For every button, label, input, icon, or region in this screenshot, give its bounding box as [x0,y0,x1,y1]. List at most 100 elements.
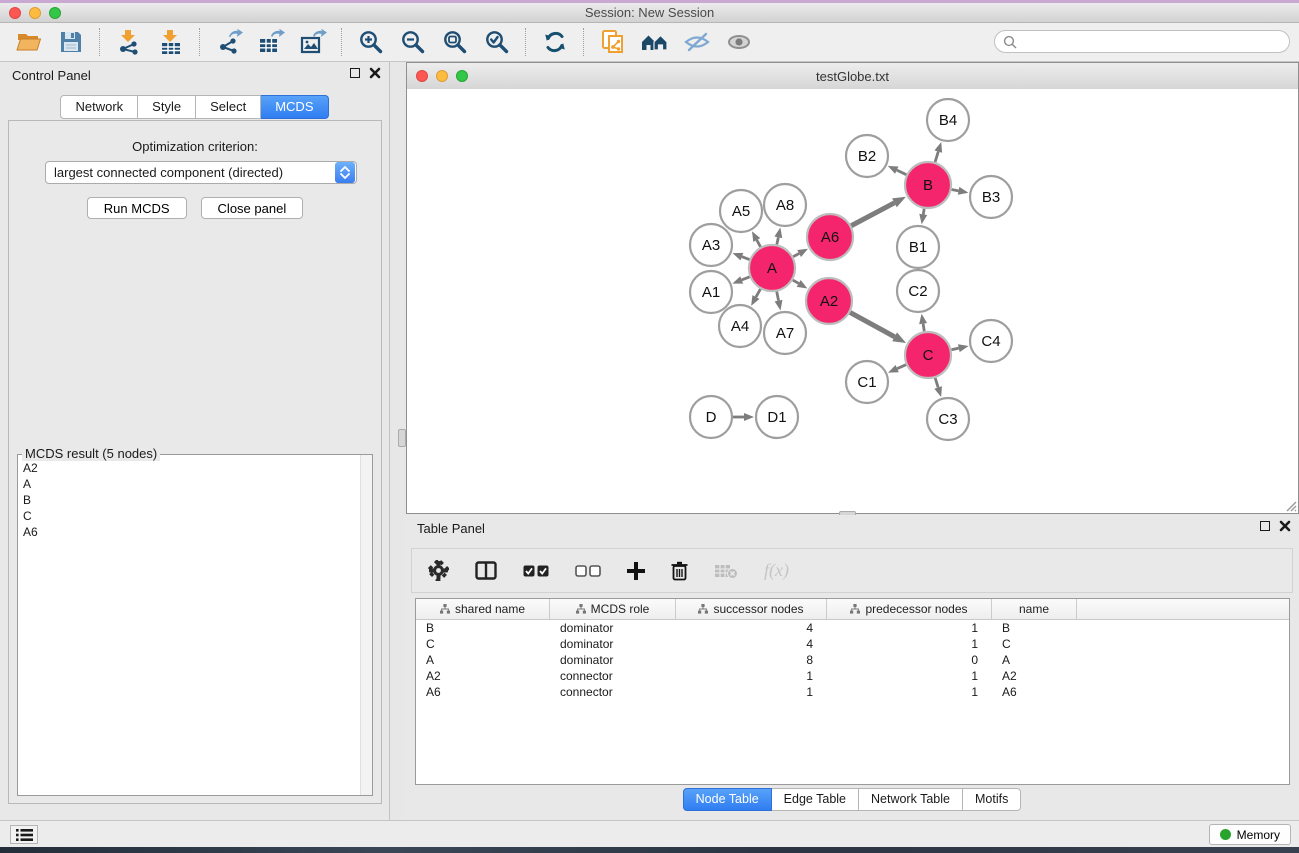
graph-edge-A-A2[interactable] [793,280,799,283]
show-all-eye-icon[interactable] [718,26,760,58]
table-cell: 1 [676,685,827,699]
mcds-result-box: MCDS result (5 nodes) A2ABCA6 [17,454,373,796]
memory-label: Memory [1237,828,1280,842]
export-table-icon[interactable] [250,26,292,58]
graph-edge-B-B1[interactable] [923,209,924,215]
refresh-icon[interactable] [534,26,576,58]
graph-edge-A-A5[interactable] [757,240,761,247]
graph-edge-C-C3[interactable] [935,378,938,388]
tab-network-table[interactable]: Network Table [859,788,963,811]
table-row[interactable]: A2connector11A2 [416,668,1289,684]
resize-grip-icon[interactable] [1283,498,1297,512]
close-table-panel-icon[interactable] [1279,520,1291,532]
graph-edge-B-B4[interactable] [935,152,938,163]
column-type-icon [440,604,450,614]
deselect-all-icon[interactable] [575,565,601,577]
tab-edge-table[interactable]: Edge Table [772,788,859,811]
graph-edge-A-A7[interactable] [777,292,779,301]
mcds-result-item[interactable]: C [23,508,356,524]
graph-edge-arrowhead [958,187,969,195]
import-network-icon[interactable] [108,26,150,58]
import-table-icon[interactable] [150,26,192,58]
table-row[interactable]: Cdominator41C [416,636,1289,652]
graph-edge-B-B3[interactable] [952,189,959,190]
graph-edge-B-B2[interactable] [897,170,907,175]
table-options-gear-icon[interactable] [428,560,449,581]
delete-columns-trash-icon[interactable] [671,561,688,581]
zoom-fit-icon[interactable] [434,26,476,58]
task-history-list-icon[interactable] [10,825,38,844]
export-image-icon[interactable] [292,26,334,58]
export-network-icon[interactable] [208,26,250,58]
network-canvas[interactable]: B4B2BB3A8A5A6A3B1AA1C2A2A4A7C4CC1C3DD1 [407,89,1298,513]
graph-edge-A-A4[interactable] [756,289,760,297]
graph-edge-C-C2[interactable] [923,324,924,332]
control-panel-tabs: NetworkStyleSelectMCDS [0,95,389,119]
graph-edge-A-A1[interactable] [742,277,750,280]
table-row[interactable]: A6connector11A6 [416,684,1289,700]
mcds-result-item[interactable]: A2 [23,460,356,476]
graph-edge-arrowhead [752,231,760,242]
first-neighbors-icon[interactable] [634,26,676,58]
tab-style[interactable]: Style [138,95,196,119]
graph-edge-A2-C[interactable] [850,312,895,336]
search-field[interactable] [994,30,1290,53]
tab-node-table[interactable]: Node Table [683,788,772,811]
mcds-result-item[interactable]: A6 [23,524,356,540]
save-session-icon[interactable] [50,26,92,58]
result-scrollbar[interactable] [360,455,372,795]
show-column-icon[interactable] [475,561,497,580]
graph-edge-A6-B[interactable] [851,203,894,226]
search-input[interactable] [1022,34,1289,50]
column-header-MCDS-role[interactable]: MCDS role [550,599,676,619]
open-file-icon[interactable] [8,26,50,58]
table-cell: 1 [827,621,992,635]
tab-select[interactable]: Select [196,95,261,119]
column-header-name[interactable]: name [992,599,1077,619]
float-table-panel-icon[interactable] [1260,521,1270,531]
mcds-result-item[interactable]: B [23,492,356,508]
mcds-result-list[interactable]: A2ABCA6 [19,458,360,794]
create-column-plus-icon[interactable] [627,562,645,580]
graph-edge-C-C1[interactable] [897,365,906,369]
delete-table-icon [714,563,738,579]
table-row[interactable]: Bdominator41B [416,620,1289,636]
column-header-shared-name[interactable]: shared name [416,599,550,619]
select-all-icon[interactable] [523,565,549,577]
column-header-predecessor-nodes[interactable]: predecessor nodes [827,599,992,619]
column-header-successor-nodes[interactable]: successor nodes [676,599,827,619]
zoom-in-icon[interactable] [350,26,392,58]
network-window-title: testGlobe.txt [407,69,1298,84]
node-table[interactable]: shared nameMCDS rolesuccessor nodesprede… [415,598,1290,785]
tab-mcds[interactable]: MCDS [261,95,328,119]
graph-edge-A-A6[interactable] [793,253,799,256]
hide-selected-eye-slash-icon[interactable] [676,26,718,58]
graph-edge-A-A3[interactable] [742,257,750,260]
tab-network[interactable]: Network [60,95,138,119]
graph-node-label: D1 [767,409,786,426]
zoom-out-icon[interactable] [392,26,434,58]
table-row[interactable]: Adominator80A [416,652,1289,668]
graph-node-label: A7 [776,325,794,342]
new-network-from-selection-icon[interactable] [592,26,634,58]
graph-edge-A-A8[interactable] [777,237,778,244]
graph-node-label: D [706,409,717,426]
table-cell: A [416,653,550,667]
dropdown-stepper-icon [335,162,355,183]
close-panel-icon[interactable] [369,67,381,79]
table-cell: 1 [676,669,827,683]
run-mcds-button[interactable]: Run MCDS [87,197,187,219]
close-panel-button[interactable]: Close panel [201,197,304,219]
search-icon [1003,35,1017,49]
tab-motifs[interactable]: Motifs [963,788,1021,811]
zoom-selected-icon[interactable] [476,26,518,58]
mcds-result-item[interactable]: A [23,476,356,492]
vertical-split-handle[interactable] [398,429,406,447]
optimization-criterion-select[interactable]: largest connected component (directed) [45,161,357,184]
memory-button[interactable]: Memory [1209,824,1291,845]
network-window-titlebar: testGlobe.txt [407,63,1298,90]
float-panel-icon[interactable] [350,68,360,78]
graph-edge-C-C4[interactable] [951,348,958,350]
control-panel: Control Panel NetworkStyleSelectMCDS Opt… [0,62,390,820]
table-cell: 1 [827,637,992,651]
